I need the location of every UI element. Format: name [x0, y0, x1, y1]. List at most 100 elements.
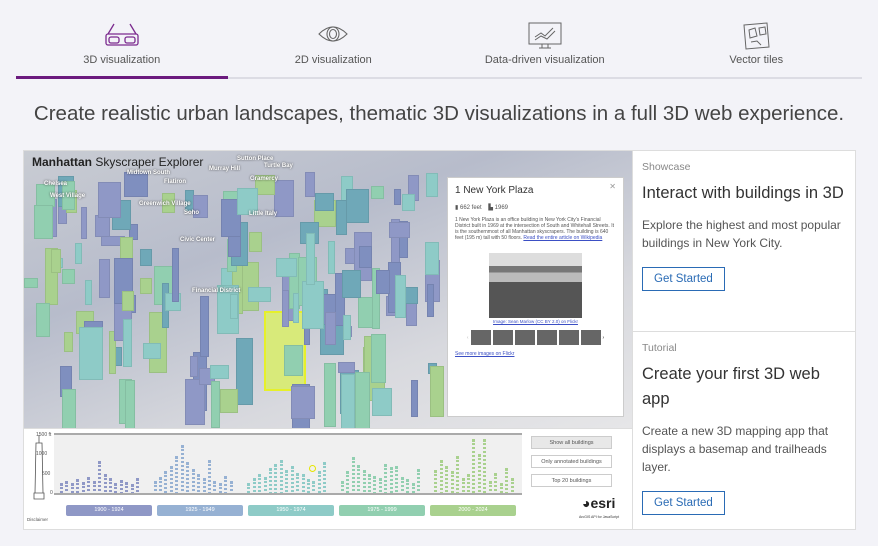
building-point[interactable] — [296, 472, 300, 493]
building-point[interactable] — [351, 457, 355, 493]
carousel-next-icon[interactable]: › — [603, 335, 605, 341]
building-point[interactable] — [92, 481, 96, 493]
building-point[interactable] — [159, 476, 163, 493]
building-point[interactable] — [494, 472, 498, 493]
building[interactable] — [139, 248, 152, 267]
building-point[interactable] — [434, 469, 438, 493]
building[interactable] — [220, 388, 238, 413]
building-point[interactable] — [450, 471, 454, 493]
building-point[interactable] — [510, 478, 514, 493]
thumbnail[interactable] — [514, 330, 535, 345]
wikipedia-link[interactable]: Read the entire article on Wikipedia — [523, 235, 602, 241]
building-point[interactable] — [263, 476, 267, 493]
building[interactable] — [199, 295, 210, 358]
building[interactable] — [425, 242, 440, 275]
building[interactable] — [314, 192, 334, 211]
building-point[interactable] — [439, 460, 443, 493]
era-button[interactable]: 1900 - 1924 — [66, 505, 152, 516]
building[interactable] — [341, 270, 361, 299]
building-point[interactable] — [373, 475, 377, 493]
building[interactable] — [34, 204, 53, 239]
building-point[interactable] — [169, 465, 173, 493]
tab-3d-visualization[interactable]: 3D visualization — [16, 0, 228, 79]
tab-vector-tiles[interactable]: Vector tiles — [651, 0, 863, 77]
building[interactable] — [358, 246, 372, 268]
building-point[interactable] — [153, 481, 157, 493]
building[interactable] — [328, 241, 335, 274]
building[interactable] — [281, 289, 289, 328]
tab-data-driven-visualization[interactable]: Data-driven visualization — [439, 0, 651, 77]
building[interactable] — [99, 258, 111, 299]
disclaimer-link[interactable]: Disclaimer — [27, 517, 48, 522]
top-20-buildings-button[interactable]: Top 20 buildings — [531, 474, 612, 487]
building-point[interactable] — [312, 481, 316, 493]
thumbnail[interactable] — [558, 330, 579, 345]
building-point[interactable] — [98, 461, 102, 493]
building[interactable] — [425, 172, 439, 197]
building[interactable] — [275, 257, 297, 277]
building[interactable] — [171, 248, 180, 302]
building[interactable] — [336, 200, 347, 236]
thumbnail[interactable] — [580, 330, 601, 345]
building-point[interactable] — [323, 462, 327, 493]
get-started-button[interactable]: Get Started — [642, 267, 725, 291]
building-point[interactable] — [258, 473, 262, 493]
building-point[interactable] — [70, 482, 74, 493]
building[interactable] — [81, 207, 88, 239]
building[interactable] — [50, 249, 62, 274]
building[interactable] — [372, 387, 392, 417]
building-point[interactable] — [208, 459, 211, 493]
building-point[interactable] — [229, 481, 233, 493]
building-point[interactable] — [301, 474, 305, 493]
era-button[interactable]: 1925 - 1949 — [157, 505, 243, 516]
thumbnail[interactable] — [492, 330, 513, 345]
carousel-prev-icon[interactable]: ‹ — [467, 335, 469, 341]
building[interactable] — [61, 388, 76, 428]
building-point[interactable] — [247, 483, 251, 493]
building-point[interactable] — [268, 467, 272, 493]
building-point[interactable] — [202, 478, 206, 493]
building-point[interactable] — [378, 478, 382, 493]
building-point[interactable] — [456, 456, 460, 493]
flickr-link[interactable]: See more images on Flickr — [455, 351, 514, 357]
building-point[interactable] — [317, 471, 321, 493]
building[interactable] — [247, 287, 271, 303]
building-point[interactable] — [477, 454, 481, 493]
building[interactable] — [426, 284, 434, 317]
building-point[interactable] — [274, 464, 278, 493]
building[interactable] — [306, 232, 316, 285]
building[interactable] — [229, 294, 239, 320]
building-point[interactable] — [119, 480, 123, 493]
building-point[interactable] — [197, 473, 201, 493]
building[interactable] — [430, 365, 444, 417]
building-point[interactable] — [346, 471, 350, 493]
building-point[interactable] — [224, 475, 228, 493]
building-point[interactable] — [445, 465, 449, 493]
building-point[interactable] — [499, 483, 503, 493]
building-point[interactable] — [389, 466, 393, 493]
building[interactable] — [75, 242, 83, 265]
building[interactable] — [98, 182, 121, 219]
building[interactable] — [291, 385, 316, 420]
selected-building-marker[interactable] — [309, 465, 317, 473]
building[interactable] — [404, 287, 419, 305]
building-point[interactable] — [87, 476, 91, 493]
scatter-plot[interactable] — [54, 433, 522, 495]
building[interactable] — [249, 232, 262, 253]
building[interactable] — [210, 365, 230, 380]
building-point[interactable] — [467, 474, 471, 493]
building-point[interactable] — [384, 463, 388, 493]
building[interactable] — [122, 318, 132, 368]
building-point[interactable] — [186, 462, 190, 493]
building[interactable] — [305, 171, 315, 197]
thumbnail[interactable] — [470, 330, 491, 345]
building-point[interactable] — [357, 465, 361, 493]
building-point[interactable] — [368, 473, 371, 493]
building-point[interactable] — [505, 468, 509, 493]
building-point[interactable] — [164, 471, 168, 493]
building[interactable] — [394, 189, 402, 205]
building[interactable] — [354, 372, 371, 428]
building[interactable] — [395, 274, 406, 318]
building[interactable] — [345, 189, 370, 223]
building[interactable] — [323, 362, 336, 427]
